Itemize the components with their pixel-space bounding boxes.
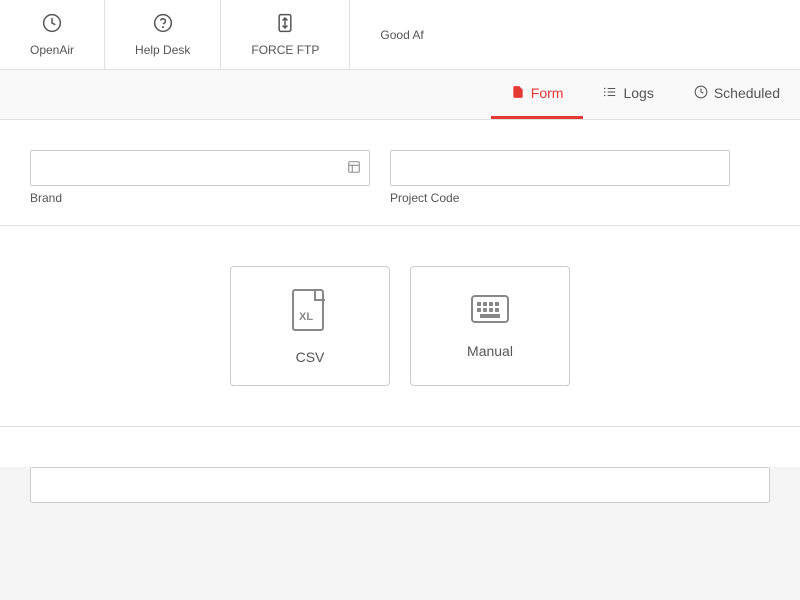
csv-label: CSV <box>296 349 325 365</box>
project-code-input-wrapper <box>390 150 730 186</box>
tab-logs[interactable]: Logs <box>583 70 673 119</box>
nav-item-helpdesk[interactable]: Help Desk <box>105 0 221 69</box>
card-grid: XL CSV Manual <box>30 246 770 406</box>
project-code-input[interactable] <box>391 151 729 185</box>
nav-label-force-ftp: FORCE FTP <box>251 43 319 57</box>
question-icon <box>153 13 173 39</box>
keyboard-icon <box>470 294 510 331</box>
tab-form-label: Form <box>531 85 564 101</box>
clock-icon <box>42 13 62 39</box>
brand-input[interactable] <box>31 151 369 185</box>
project-code-field: Project Code <box>390 150 730 205</box>
brand-field-icon <box>347 160 361 177</box>
csv-icon: XL <box>291 288 329 337</box>
bottom-input-wrapper <box>30 467 770 503</box>
ftp-icon <box>275 13 295 39</box>
nav-label-openair: OpenAir <box>30 43 74 57</box>
tab-form[interactable]: Form <box>491 70 584 119</box>
logs-icon <box>603 85 617 102</box>
nav-item-force-ftp[interactable]: FORCE FTP <box>221 0 350 69</box>
form-row: Brand Project Code <box>30 150 770 205</box>
project-code-label: Project Code <box>390 191 730 205</box>
manual-label: Manual <box>467 343 513 359</box>
nav-label-helpdesk: Help Desk <box>135 43 190 57</box>
tab-scheduled[interactable]: Scheduled <box>674 70 800 119</box>
divider-1 <box>0 225 800 226</box>
bottom-section <box>0 467 800 503</box>
brand-label: Brand <box>30 191 370 205</box>
nav-label-good-af: Good Af <box>380 28 423 42</box>
tab-scheduled-label: Scheduled <box>714 85 780 101</box>
brand-input-wrapper <box>30 150 370 186</box>
tab-bar: Form Logs Scheduled <box>0 70 800 120</box>
nav-item-good-af[interactable]: Good Af <box>350 0 453 69</box>
card-manual[interactable]: Manual <box>410 266 570 386</box>
main-content: Brand Project Code XL CSV <box>0 120 800 467</box>
bottom-input[interactable] <box>31 468 769 502</box>
form-icon <box>511 85 525 102</box>
tab-logs-label: Logs <box>623 85 653 101</box>
nav-item-openair[interactable]: OpenAir <box>0 0 105 69</box>
svg-text:XL: XL <box>299 311 313 323</box>
divider-2 <box>0 426 800 427</box>
card-csv[interactable]: XL CSV <box>230 266 390 386</box>
brand-field: Brand <box>30 150 370 205</box>
top-nav: OpenAir Help Desk FORCE FTP Good Af <box>0 0 800 70</box>
scheduled-icon <box>694 85 708 102</box>
